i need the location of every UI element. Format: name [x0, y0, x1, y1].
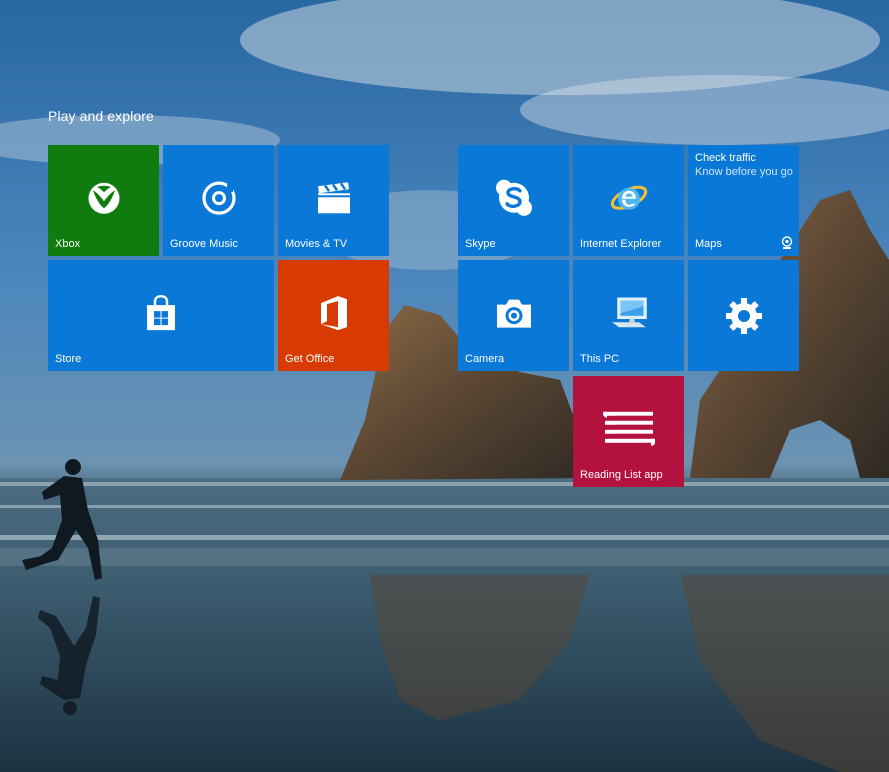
live-tile-subtitle: Know before you go [695, 166, 793, 178]
tile-label: Internet Explorer [580, 238, 662, 250]
tile-get-office[interactable]: Get Office [278, 260, 389, 371]
tile-label: Groove Music [170, 238, 238, 250]
start-screen: Play and explore Xbox Groove Music Movie… [0, 0, 889, 772]
tile-label: Store [55, 353, 82, 365]
computer-icon [611, 297, 647, 327]
tile-label: Maps [695, 238, 722, 250]
store-bag-icon [147, 294, 175, 330]
tile-label: Xbox [55, 238, 81, 250]
tile-camera[interactable]: Camera [458, 260, 569, 371]
groove-music-icon [201, 181, 236, 215]
office-icon [320, 295, 347, 330]
tile-label: Skype [465, 238, 496, 250]
skype-icon [495, 179, 532, 216]
xbox-icon [88, 182, 119, 214]
tile-label: Reading List app [580, 469, 663, 481]
tile-label: This PC [580, 353, 620, 365]
tile-label: Get Office [285, 353, 335, 365]
tile-store[interactable]: Store [48, 260, 274, 371]
tile-internet-explorer[interactable]: Internet Explorer [573, 145, 684, 256]
tile-maps[interactable]: Check traffic Know before you go Maps [688, 145, 799, 256]
internet-explorer-icon [610, 185, 647, 210]
tile-label: Movies & TV [285, 238, 348, 250]
tile-settings[interactable] [688, 260, 799, 371]
tile-skype[interactable]: Skype [458, 145, 569, 256]
tile-groove-music[interactable]: Groove Music [163, 145, 274, 256]
camera-icon [496, 299, 531, 328]
live-tile-title: Check traffic [695, 152, 756, 164]
reading-list-icon [602, 411, 655, 446]
tile-movies-tv[interactable]: Movies & TV [278, 145, 389, 256]
tile-this-pc[interactable]: This PC [573, 260, 684, 371]
tile-reading-list[interactable]: Reading List app [573, 376, 684, 487]
clapperboard-icon [317, 181, 350, 213]
webcam-badge-icon [781, 236, 793, 249]
group-title: Play and explore [48, 108, 154, 124]
tile-xbox[interactable]: Xbox [48, 145, 159, 256]
tile-label: Camera [465, 353, 505, 365]
gear-icon [725, 297, 762, 334]
